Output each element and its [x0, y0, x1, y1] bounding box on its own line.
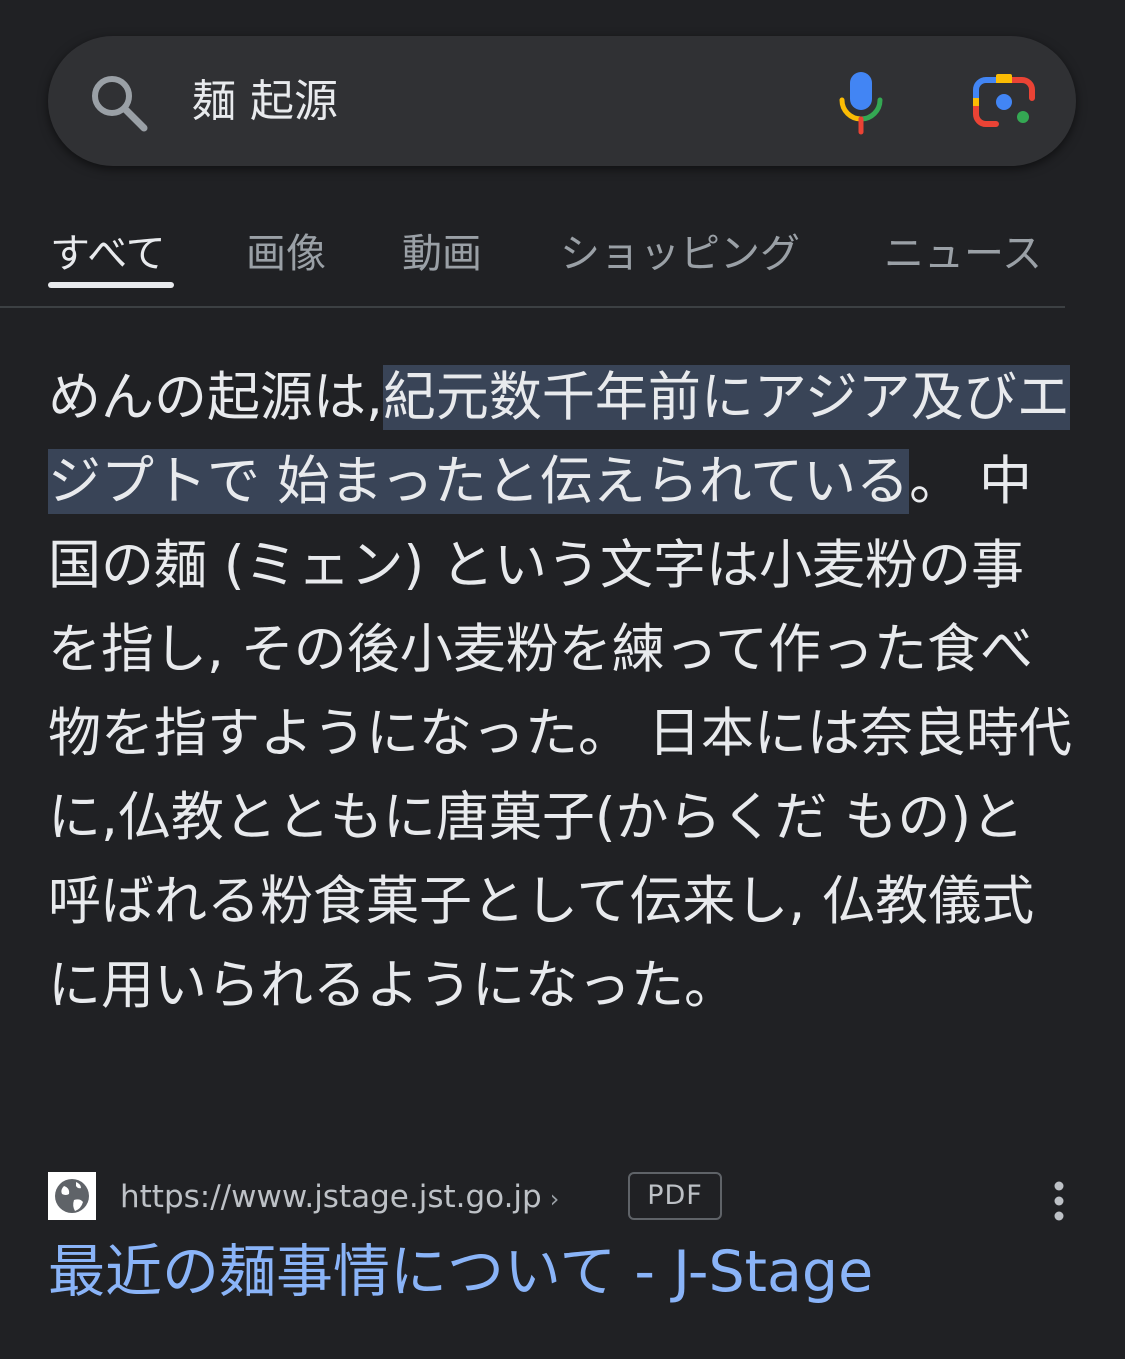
chevron-right-icon: › [549, 1185, 560, 1213]
tab-news[interactable]: ニュース [884, 224, 1042, 284]
search-icon[interactable] [88, 72, 150, 134]
tabs-divider [0, 306, 1065, 308]
globe-icon [48, 1172, 96, 1220]
snippet-text-before: めんの起源は, [48, 367, 383, 428]
result-source-url[interactable]: https://www.jstage.jst.go.jp › [120, 1175, 559, 1219]
featured-snippet-text: めんの起源は,紀元数千年前にアジア及びエジプトで 始まったと伝えられている。 中… [48, 356, 1073, 1028]
more-vert-icon[interactable] [1044, 1180, 1074, 1224]
tab-shopping[interactable]: ショッピング [560, 224, 800, 284]
active-tab-indicator [48, 282, 174, 288]
search-tabs: すべて 画像 動画 ショッピング ニュース [0, 206, 1125, 306]
tab-all[interactable]: すべて [50, 224, 166, 284]
result-title-link[interactable]: 最近の麺事情について - J-Stage [48, 1236, 873, 1308]
lens-icon[interactable] [972, 72, 1036, 132]
mic-icon[interactable] [836, 70, 886, 136]
pdf-badge: PDF [628, 1172, 722, 1220]
result-url-text: https://www.jstage.jst.go.jp [120, 1179, 542, 1215]
tab-images[interactable]: 画像 [246, 224, 326, 284]
snippet-text-after: 。 中国の麺 (ミェン) という文字は小麦粉の事を指し, その後小麦粉を練って作… [48, 451, 1072, 1016]
tab-videos[interactable]: 動画 [402, 224, 482, 284]
search-input[interactable]: 麺 起源 [192, 70, 338, 134]
